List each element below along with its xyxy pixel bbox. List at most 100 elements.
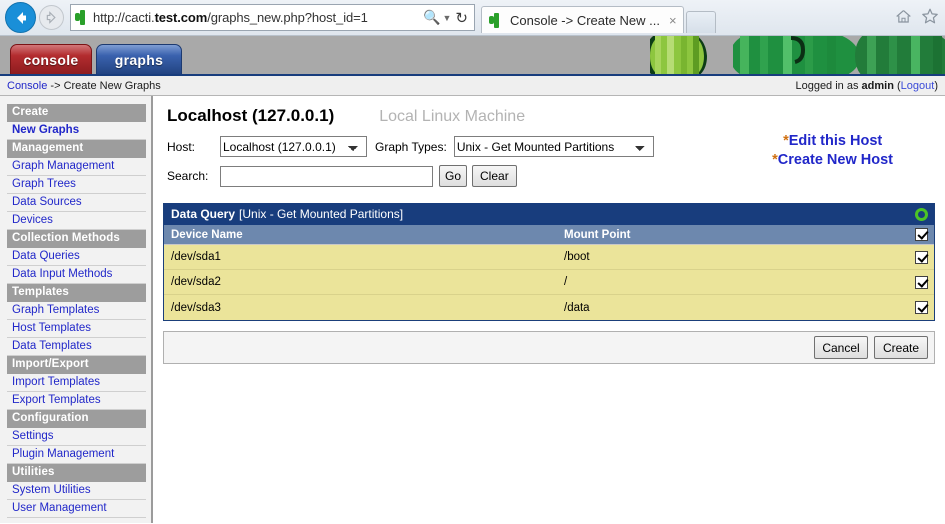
create-button[interactable]: Create (874, 336, 928, 359)
breadcrumb-link-console[interactable]: Console (7, 80, 47, 92)
column-header-device-name: Device Name (171, 228, 243, 241)
logout-link[interactable]: Logout (901, 80, 935, 92)
data-query-title: Data Query (171, 207, 236, 221)
column-header-mount-point: Mount Point (564, 228, 631, 241)
graph-type-select[interactable]: Unix - Get Mounted Partitions (453, 136, 654, 157)
select-all-cell (908, 228, 934, 241)
row-checkbox[interactable] (914, 301, 928, 314)
sidebar-item-data-sources[interactable]: Data Sources (7, 194, 146, 212)
close-icon[interactable]: × (669, 13, 677, 28)
sidebar-item-import-templates[interactable]: Import Templates (7, 374, 146, 392)
host-select[interactable]: Localhost (127.0.0.1) (220, 136, 367, 157)
sidebar-item-data-input-methods[interactable]: Data Input Methods (7, 266, 146, 284)
url-text: http://cacti.test.com/graphs_new.php?hos… (93, 10, 368, 25)
graph-types-label: Graph Types: (375, 139, 447, 154)
sidebar-section-create: Create (7, 104, 146, 122)
sidebar-section-management: Management (7, 140, 146, 158)
sidebar-item-plugin-management[interactable]: Plugin Management (7, 446, 146, 464)
sidebar-item-graph-trees[interactable]: Graph Trees (7, 176, 146, 194)
sidebar-item-graph-templates[interactable]: Graph Templates (7, 302, 146, 320)
browser-tab-title: Console -> Create New ... (510, 12, 660, 28)
cacti-tab-console-label: console (23, 52, 79, 68)
sidebar-item-system-utilities[interactable]: System Utilities (7, 482, 146, 500)
row-checkbox[interactable] (914, 275, 928, 289)
data-query-rows: /dev/sda1/boot/dev/sda2 / /dev/sda3/data (164, 245, 934, 320)
cacti-logo-graphic (555, 36, 945, 74)
sidebar-item-settings[interactable]: Settings (7, 428, 146, 446)
data-query-subtitle: [Unix - Get Mounted Partitions] (239, 207, 404, 221)
host-title-row: Localhost (127.0.0.1) Local Linux Machin… (163, 106, 935, 126)
sidebar-item-devices[interactable]: Devices (7, 212, 146, 230)
home-icon[interactable] (895, 8, 912, 25)
sidebar: Create New Graphs Management Graph Manageme… (0, 96, 153, 523)
cacti-tab-graphs-label: graphs (114, 52, 164, 68)
browser-forward-button[interactable] (39, 5, 64, 30)
data-query-box: Data Query [Unix - Get Mounted Partition… (163, 203, 935, 321)
browser-tab-console[interactable]: Console -> Create New ... × (481, 6, 684, 33)
browser-toolbar-right (895, 7, 939, 25)
sidebar-section-utilities: Utilities (7, 464, 146, 482)
select-all-checkbox[interactable] (914, 228, 928, 241)
cell-device-name: /dev/sda3 (171, 301, 221, 314)
browser-back-button[interactable] (5, 2, 36, 33)
edit-this-host-link[interactable]: Edit this Host (789, 133, 882, 149)
login-prefix: Logged in as (795, 79, 862, 92)
address-bar[interactable]: http://cacti.test.com/graphs_new.php?hos… (70, 4, 475, 31)
login-paren-close: ) (934, 79, 938, 92)
cell-device-name: /dev/sda2 (171, 276, 221, 288)
cacti-tab-console[interactable]: console (10, 44, 92, 74)
page-body: Create New Graphs Management Graph Manageme… (0, 96, 945, 523)
page-title: Localhost (127.0.0.1) (167, 106, 335, 125)
data-query-column-header: Device Name Mount Point (164, 225, 934, 245)
search-input[interactable] (220, 165, 433, 187)
sidebar-item-data-queries[interactable]: Data Queries (7, 248, 146, 266)
new-tab-button[interactable] (685, 11, 716, 33)
chevron-down-icon[interactable]: ▼ (443, 13, 452, 23)
cacti-favicon-icon (489, 12, 503, 28)
cell-mount-point: /boot (564, 251, 590, 263)
cell-checkbox (908, 301, 934, 314)
search-icon[interactable]: 🔍 (423, 9, 440, 26)
cacti-favicon-icon (75, 10, 89, 25)
clear-button[interactable]: Clear (472, 165, 517, 187)
cell-mount-point: /data (564, 301, 590, 314)
arrow-right-icon (46, 11, 56, 24)
main-content: Localhost (127.0.0.1) Local Linux Machin… (153, 96, 945, 523)
host-label: Host: (167, 139, 196, 154)
cacti-banner: console graphs (0, 36, 945, 76)
cell-checkbox (908, 275, 934, 289)
host-actions: *Edit this Host *Create New Host (772, 132, 893, 170)
search-label: Search: (167, 169, 209, 183)
sidebar-section-configuration: Configuration (7, 410, 146, 428)
breadcrumb: Console -> Create New Graphs (7, 80, 161, 92)
sidebar-item-export-templates[interactable]: Export Templates (7, 392, 146, 410)
sidebar-item-host-templates[interactable]: Host Templates (7, 320, 146, 338)
breadcrumb-current: Create New Graphs (63, 79, 161, 92)
cancel-button[interactable]: Cancel (814, 336, 868, 359)
create-new-host-link[interactable]: Create New Host (778, 152, 893, 168)
sidebar-item-user-management[interactable]: User Management (7, 500, 146, 518)
data-query-header: Data Query [Unix - Get Mounted Partition… (164, 203, 934, 225)
row-checkbox[interactable] (914, 250, 928, 264)
table-row[interactable]: /dev/sda3/data (164, 295, 934, 320)
go-button[interactable]: Go (439, 165, 468, 187)
login-paren-open: ( (893, 79, 901, 92)
browser-chrome: http://cacti.test.com/graphs_new.php?hos… (0, 0, 945, 36)
action-bar: Cancel Create (163, 331, 935, 364)
tab-strip: Console -> Create New ... × (481, 3, 716, 33)
circle-toggle-icon[interactable] (915, 207, 928, 221)
table-row[interactable]: /dev/sda1/boot (164, 245, 934, 270)
sidebar-item-new-graphs[interactable]: New Graphs (7, 122, 146, 140)
login-status: Logged in as admin (Logout) (795, 80, 938, 92)
breadcrumb-bar: Console -> Create New Graphs Logged in a… (0, 76, 945, 96)
cacti-tab-graphs[interactable]: graphs (96, 44, 182, 74)
table-row[interactable]: /dev/sda2 / (164, 270, 934, 295)
cell-mount-point: / (564, 276, 568, 288)
cell-checkbox (908, 250, 934, 264)
sidebar-item-graph-management[interactable]: Graph Management (7, 158, 146, 176)
edit-host-action: *Edit this Host (772, 132, 893, 151)
sidebar-item-data-templates[interactable]: Data Templates (7, 338, 146, 356)
star-icon[interactable] (921, 7, 939, 25)
reload-icon[interactable]: ↻ (455, 9, 468, 27)
login-username: admin (861, 79, 894, 92)
